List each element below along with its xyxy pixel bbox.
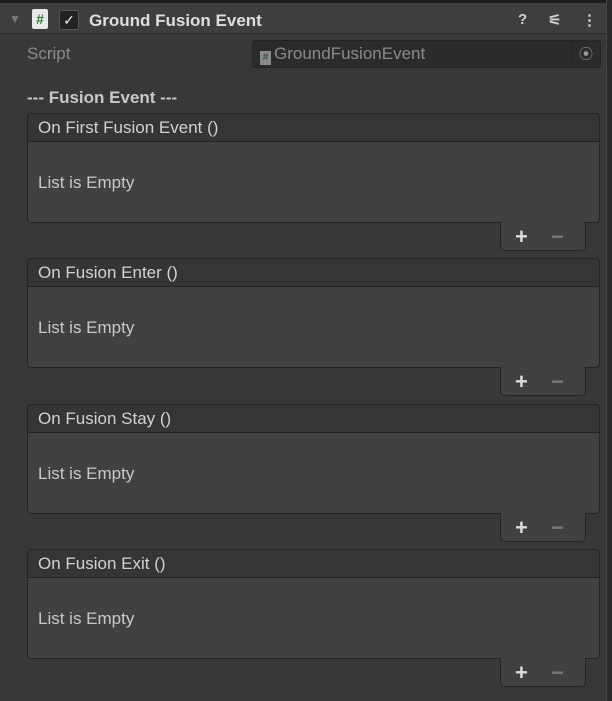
script-value: GroundFusionEvent bbox=[274, 44, 426, 63]
help-icon[interactable]: ? bbox=[518, 11, 527, 28]
list-footer: + − bbox=[500, 513, 586, 542]
scrollbar[interactable] bbox=[606, 0, 612, 701]
script-icon: # bbox=[260, 51, 271, 65]
more-icon[interactable]: ⋮ bbox=[582, 11, 597, 29]
empty-list-text: List is Empty bbox=[38, 464, 135, 483]
list-footer: + − bbox=[500, 367, 586, 396]
empty-list-text: List is Empty bbox=[38, 173, 135, 192]
event-header: On Fusion Exit () bbox=[27, 549, 600, 578]
remove-button[interactable]: − bbox=[551, 660, 564, 686]
object-picker-icon[interactable]: ⦿ bbox=[571, 41, 600, 67]
unity-event-list: On First Fusion Event () List is Empty +… bbox=[27, 113, 600, 251]
component-title: Ground Fusion Event bbox=[89, 11, 262, 30]
unity-event-list: On Fusion Exit () List is Empty + − bbox=[27, 549, 600, 687]
event-header: On First Fusion Event () bbox=[27, 113, 600, 142]
empty-list-text: List is Empty bbox=[38, 318, 135, 337]
unity-event-list: On Fusion Stay () List is Empty + − bbox=[27, 404, 600, 542]
remove-button[interactable]: − bbox=[551, 515, 564, 541]
event-header: On Fusion Stay () bbox=[27, 404, 600, 433]
list-footer: + − bbox=[500, 658, 586, 687]
event-list-body: List is Empty bbox=[27, 142, 600, 223]
presets-icon[interactable]: ⚟ bbox=[548, 11, 561, 29]
remove-button[interactable]: − bbox=[551, 369, 564, 395]
script-field[interactable]: # GroundFusionEvent ⦿ bbox=[252, 40, 601, 68]
empty-list-text: List is Empty bbox=[38, 609, 135, 628]
foldout-arrow-icon[interactable]: ▼ bbox=[9, 12, 21, 26]
event-list-body: List is Empty bbox=[27, 287, 600, 368]
list-footer: + − bbox=[500, 222, 586, 251]
event-header: On Fusion Enter () bbox=[27, 258, 600, 287]
remove-button[interactable]: − bbox=[551, 224, 564, 250]
unity-event-list: On Fusion Enter () List is Empty + − bbox=[27, 258, 600, 396]
component-header[interactable]: ▼ # ✓ Ground Fusion Event ? ⚟ ⋮ bbox=[0, 3, 606, 34]
enabled-checkbox[interactable]: ✓ bbox=[59, 10, 79, 30]
add-button[interactable]: + bbox=[515, 369, 528, 395]
section-header: --- Fusion Event --- bbox=[27, 88, 178, 107]
add-button[interactable]: + bbox=[515, 224, 528, 250]
event-list-body: List is Empty bbox=[27, 578, 600, 659]
script-icon: # bbox=[32, 9, 48, 29]
add-button[interactable]: + bbox=[515, 515, 528, 541]
script-label: Script bbox=[27, 44, 71, 63]
event-list-body: List is Empty bbox=[27, 433, 600, 514]
add-button[interactable]: + bbox=[515, 660, 528, 686]
